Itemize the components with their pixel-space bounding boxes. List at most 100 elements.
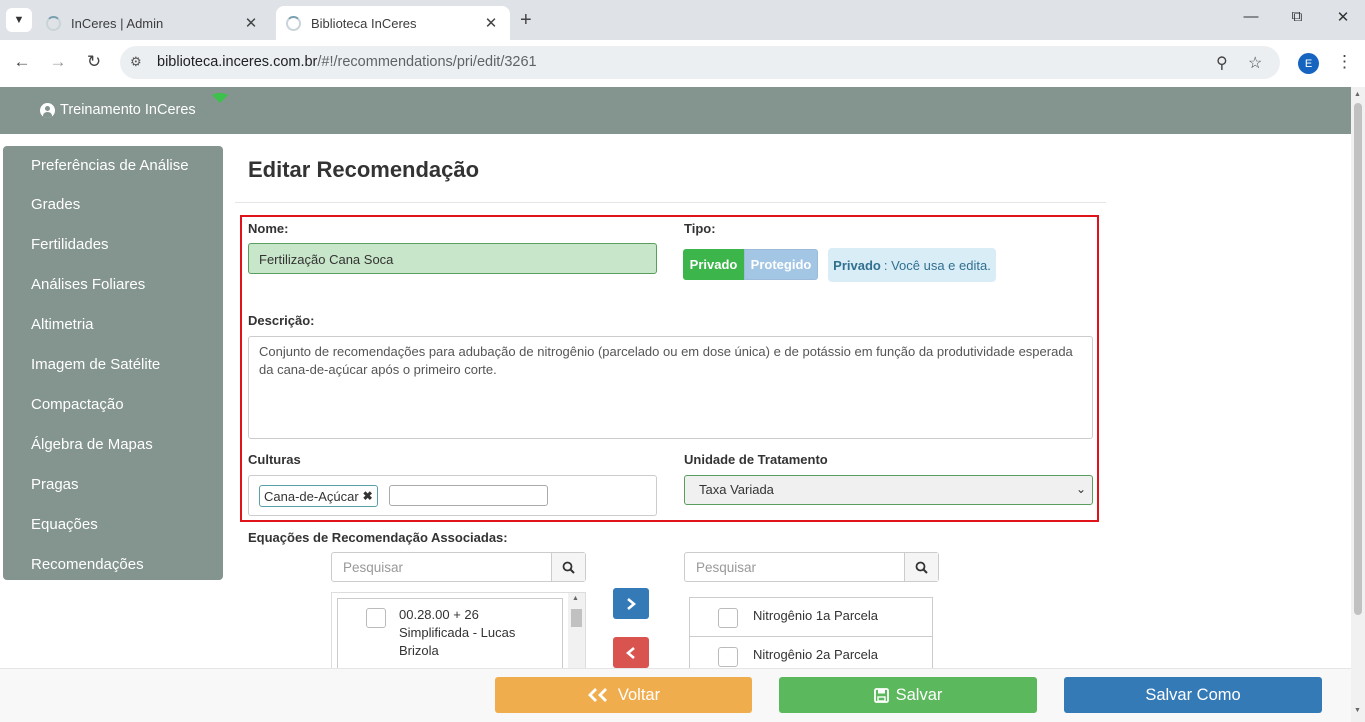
sidebar-item-compactacao[interactable]: Compactação: [3, 385, 223, 425]
item-checkbox[interactable]: [366, 608, 386, 628]
page-scrollbar[interactable]: ▲ ▼: [1351, 87, 1365, 722]
sidebar-item-fertilidades[interactable]: Fertilidades: [3, 225, 223, 265]
site-info-icon[interactable]: ⚙: [130, 54, 142, 70]
sidebar-item-analises-foliares[interactable]: Análises Foliares: [3, 265, 223, 305]
item-checkbox[interactable]: [718, 647, 738, 667]
sidebar-item-equacoes[interactable]: Equações: [3, 505, 223, 545]
sidebar-item-preferencias[interactable]: Preferências de Análise: [3, 146, 223, 185]
save-as-label: Salvar Como: [1145, 685, 1241, 704]
url-host: biblioteca.inceres.com.br: [157, 54, 318, 70]
type-info-text: : Você usa e edita.: [883, 257, 991, 273]
left-search-button[interactable]: [551, 553, 585, 581]
scroll-down-icon[interactable]: ▼: [1354, 707, 1361, 714]
scroll-up-icon[interactable]: ▲: [572, 595, 579, 602]
bookmark-star-icon[interactable]: ☆: [1248, 53, 1262, 73]
tab-inceres-admin[interactable]: InCeres | Admin ✕: [36, 6, 270, 40]
save-button[interactable]: Salvar: [779, 677, 1037, 713]
item-label: 00.28.00 + 26 Simplificada - Lucas Brizo…: [399, 607, 516, 658]
list-scrollbar[interactable]: ▲: [568, 593, 585, 673]
description-label: Descrição:: [248, 313, 315, 328]
sidebar-item-algebra-mapas[interactable]: Álgebra de Mapas: [3, 425, 223, 465]
right-search-input[interactable]: Pesquisar: [696, 560, 756, 575]
type-privado-button[interactable]: Privado: [683, 249, 744, 280]
cultures-field[interactable]: Cana-de-Açúcar ✖: [248, 475, 657, 516]
search-icon: [915, 561, 928, 574]
search-icon: [562, 561, 575, 574]
chevron-down-icon: ⌄: [1075, 482, 1086, 496]
page-title: Editar Recomendação: [248, 157, 480, 182]
treatment-select[interactable]: Taxa Variada ⌄: [684, 475, 1093, 505]
app-header: Treinamento InCeres: [0, 87, 1351, 134]
equations-label: Equações de Recomendação Associadas:: [248, 530, 508, 545]
tab-biblioteca-inceres[interactable]: Biblioteca InCeres ✕: [276, 6, 510, 40]
minimize-button[interactable]: —: [1228, 8, 1274, 25]
sidebar-item-imagem-satelite[interactable]: Imagem de Satélite: [3, 345, 223, 385]
associated-equations-list: Nitrogênio 1a Parcela Nitrogênio 2a Parc…: [684, 592, 939, 676]
connection-status-icon: [212, 93, 228, 103]
type-protegido-button[interactable]: Protegido: [744, 249, 818, 280]
right-search-button[interactable]: [904, 553, 938, 581]
type-info-bold: Privado: [833, 257, 881, 273]
list-item[interactable]: Nitrogênio 1a Parcela: [689, 597, 933, 637]
sidebar-item-recomendacoes[interactable]: Recomendações: [3, 545, 223, 585]
user-menu[interactable]: Treinamento InCeres: [40, 102, 196, 118]
browser-menu-icon[interactable]: ⋮: [1336, 52, 1353, 72]
tab-title: Biblioteca InCeres: [311, 15, 417, 31]
close-icon[interactable]: ✕: [242, 14, 260, 32]
loading-icon: [46, 15, 61, 31]
url-text: biblioteca.inceres.com.br/#!/recommendat…: [157, 54, 537, 70]
close-icon[interactable]: ✕: [482, 14, 500, 32]
move-right-button[interactable]: [613, 588, 649, 619]
list-scroll-thumb[interactable]: [571, 609, 582, 627]
double-chevron-left-icon: [587, 688, 607, 702]
save-as-button[interactable]: Salvar Como: [1064, 677, 1322, 713]
item-label: Nitrogênio 1a Parcela: [753, 608, 879, 623]
title-divider: [235, 202, 1106, 203]
save-label: Salvar: [895, 685, 943, 704]
tab-search-button[interactable]: ▼: [6, 8, 32, 32]
left-search-input[interactable]: Pesquisar: [343, 560, 403, 575]
available-equations-list: 00.28.00 + 26 Simplificada - Lucas Brizo…: [331, 592, 586, 674]
forward-arrow-icon[interactable]: →: [47, 52, 69, 72]
user-name: Treinamento InCeres: [60, 102, 196, 118]
url-path: /#!/recommendations/pri/edit/3261: [317, 54, 537, 70]
new-tab-button[interactable]: +: [520, 9, 532, 32]
user-circle-icon: [40, 102, 55, 118]
restore-button[interactable]: ⧉: [1274, 8, 1320, 25]
back-button[interactable]: Voltar: [495, 677, 752, 713]
profile-avatar[interactable]: E: [1298, 53, 1319, 74]
scroll-thumb[interactable]: [1354, 103, 1362, 615]
browser-tab-bar: ▼ InCeres | Admin ✕ Biblioteca InCeres ✕…: [0, 0, 1365, 40]
remove-tag-icon[interactable]: ✖: [363, 489, 373, 503]
window-close-button[interactable]: ✕: [1320, 8, 1365, 26]
scroll-up-icon[interactable]: ▲: [1354, 91, 1361, 98]
chevron-left-icon: [626, 646, 635, 659]
chevron-right-icon: [627, 597, 636, 610]
treatment-selected-value: Taxa Variada: [699, 482, 774, 497]
back-arrow-icon[interactable]: ←: [11, 52, 33, 72]
description-textarea[interactable]: Conjunto de recomendações para adubação …: [248, 336, 1093, 439]
item-label: Nitrogênio 2a Parcela: [753, 647, 879, 662]
left-search-group: Pesquisar: [331, 552, 586, 582]
name-field[interactable]: Fertilização Cana Soca: [248, 243, 657, 274]
sidebar-item-altimetria[interactable]: Altimetria: [3, 305, 223, 345]
cultures-label: Culturas: [248, 452, 301, 467]
type-label: Tipo:: [684, 221, 716, 236]
list-item[interactable]: 00.28.00 + 26 Simplificada - Lucas Brizo…: [337, 598, 563, 674]
right-search-group: Pesquisar: [684, 552, 939, 582]
move-left-button[interactable]: [613, 637, 649, 668]
item-checkbox[interactable]: [718, 608, 738, 628]
sidebar-item-pragas[interactable]: Pragas: [3, 465, 223, 505]
culture-tag-label: Cana-de-Açúcar: [264, 488, 359, 504]
type-info-box: Privado : Você usa e edita.: [828, 248, 996, 282]
treatment-label: Unidade de Tratamento: [684, 452, 828, 467]
sidebar-item-grades[interactable]: Grades: [3, 185, 223, 225]
culture-search-input[interactable]: [389, 485, 548, 506]
zoom-icon[interactable]: ⚲: [1216, 53, 1228, 73]
name-label: Nome:: [248, 221, 289, 236]
floppy-disk-icon: [873, 687, 889, 703]
tab-title: InCeres | Admin: [71, 15, 164, 31]
address-bar[interactable]: ⚙ biblioteca.inceres.com.br/#!/recommend…: [120, 46, 1280, 79]
reload-icon[interactable]: ↻: [83, 52, 105, 72]
browser-toolbar: ← → ↻ ⚙ biblioteca.inceres.com.br/#!/rec…: [0, 40, 1365, 86]
